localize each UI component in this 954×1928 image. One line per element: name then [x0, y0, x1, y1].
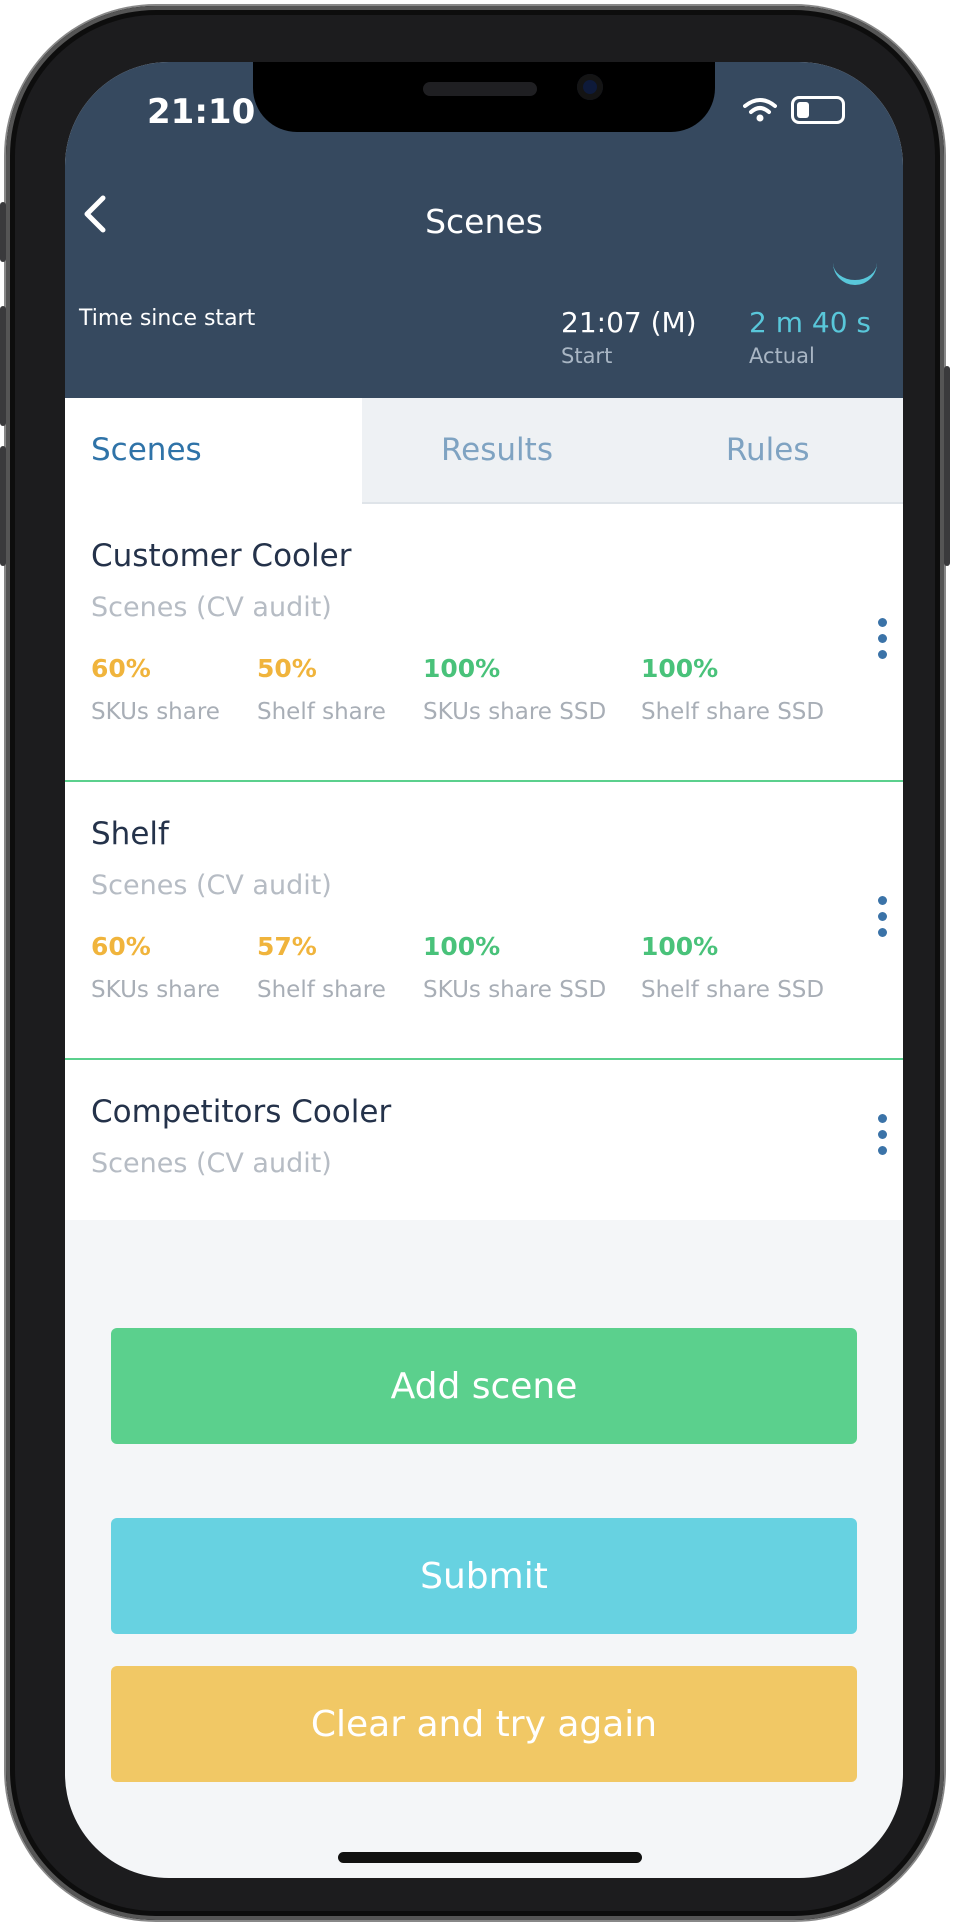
metric-value: 100% [641, 932, 719, 961]
progress-indicator [833, 258, 877, 285]
scene-card[interactable]: Shelf Scenes (CV audit) 60% SKUs share 5… [65, 782, 903, 1060]
kebab-menu-icon[interactable] [875, 618, 889, 666]
metric-skus-share-ssd: 100% SKUs share SSD [423, 654, 606, 725]
scene-title: Shelf [91, 816, 169, 852]
actual-duration-label: Actual [749, 344, 815, 368]
metric-value: 60% [91, 654, 151, 683]
start-time-label: Start [561, 344, 613, 368]
power-button [944, 366, 950, 566]
status-icons [743, 96, 845, 124]
page-title: Scenes [425, 202, 543, 241]
metric-label: Shelf share SSD [641, 699, 825, 725]
scene-card[interactable]: Customer Cooler Scenes (CV audit) 60% SK… [65, 504, 903, 782]
time-since-start-label: Time since start [79, 306, 256, 331]
metric-value: 100% [423, 654, 501, 683]
metric-label: SKUs share SSD [423, 977, 607, 1003]
kebab-menu-icon[interactable] [875, 1114, 889, 1162]
kebab-menu-icon[interactable] [875, 896, 889, 944]
submit-button[interactable]: Submit [111, 1518, 857, 1634]
metric-value: 100% [641, 654, 719, 683]
metric-label: Shelf share SSD [641, 977, 825, 1003]
front-camera [577, 74, 603, 100]
metric-value: 50% [257, 654, 317, 683]
metric-shelf-share-ssd: 100% Shelf share SSD [641, 932, 824, 1003]
metric-label: Shelf share [257, 977, 386, 1003]
home-indicator[interactable] [338, 1852, 642, 1863]
silent-switch [0, 202, 6, 262]
metric-skus-share-ssd: 100% SKUs share SSD [423, 932, 606, 1003]
status-time: 21:10 [147, 92, 256, 132]
metric-value: 100% [423, 932, 501, 961]
start-time-value: 21:07 (M) [561, 306, 697, 339]
actual-duration-value: 2 m 40 s [749, 306, 872, 339]
metric-shelf-share: 50% Shelf share [257, 654, 386, 725]
metric-skus-share: 60% SKUs share [91, 654, 220, 725]
speaker [423, 82, 537, 96]
add-scene-button[interactable]: Add scene [111, 1328, 857, 1444]
phone-frame: 21:10 Scenes Time since start 21:07 (M) … [0, 6, 950, 1920]
metric-shelf-share-ssd: 100% Shelf share SSD [641, 654, 824, 725]
battery-icon [791, 96, 845, 124]
metric-label: Shelf share [257, 699, 386, 725]
tab-results[interactable]: Results [361, 398, 633, 504]
metric-skus-share: 60% SKUs share [91, 932, 220, 1003]
metric-label: SKUs share [91, 977, 220, 1003]
metric-label: SKUs share [91, 699, 220, 725]
scene-title: Competitors Cooler [91, 1094, 392, 1130]
wifi-icon [743, 98, 777, 122]
metric-value: 60% [91, 932, 151, 961]
scene-subtitle: Scenes (CV audit) [91, 870, 332, 901]
tab-scenes[interactable]: Scenes [65, 398, 362, 504]
volume-up-button [0, 306, 6, 426]
app-screen: 21:10 Scenes Time since start 21:07 (M) … [65, 62, 903, 1878]
metric-value: 57% [257, 932, 317, 961]
scene-subtitle: Scenes (CV audit) [91, 1148, 332, 1179]
clear-and-try-again-button[interactable]: Clear and try again [111, 1666, 857, 1782]
metric-shelf-share: 57% Shelf share [257, 932, 386, 1003]
tab-rules[interactable]: Rules [632, 398, 903, 504]
scene-title: Customer Cooler [91, 538, 352, 574]
scene-card[interactable]: Competitors Cooler Scenes (CV audit) [65, 1060, 903, 1220]
scene-subtitle: Scenes (CV audit) [91, 592, 332, 623]
notch [253, 62, 715, 132]
tab-bar: Scenes Results Rules [65, 398, 903, 504]
metric-label: SKUs share SSD [423, 699, 607, 725]
volume-down-button [0, 446, 6, 566]
